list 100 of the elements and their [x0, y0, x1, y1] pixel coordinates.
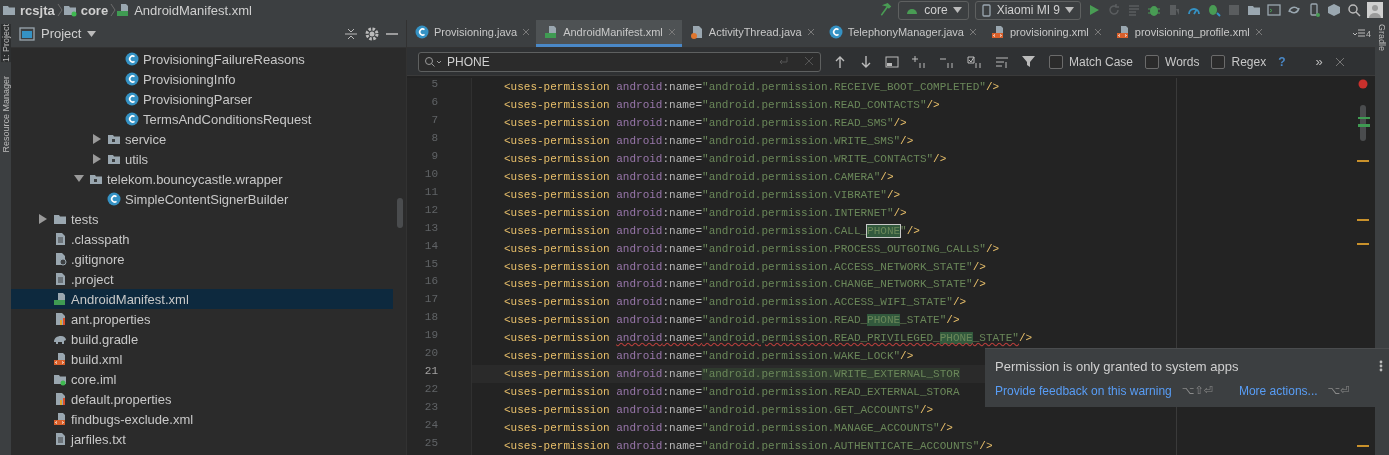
class-icon [828, 25, 843, 39]
line-number: 20 [423, 347, 439, 362]
code-line: <uses-permission android:name="android.permission.WRITE_CONTACTS"/> [504, 151, 947, 167]
popup-action-link[interactable]: More actions... [1238, 383, 1318, 398]
line-number: 5 [430, 78, 439, 92]
tab-overflow-button[interactable]: 4 [1351, 20, 1373, 47]
tool-window-tab[interactable]: Gradle [1377, 24, 1387, 51]
search-field[interactable]: PHONE [418, 51, 821, 72]
tree-item[interactable]: .project [11, 269, 393, 289]
device-dropdown[interactable]: Xiaomi MI 9 [974, 0, 1081, 20]
code-line: <uses-permission android:name="android.permission.WAKE_LOCK"/> [504, 349, 914, 365]
breadcrumb-item[interactable]: AndroidManifest.xml [116, 2, 254, 18]
code-line: <uses-permission android:name="android.permission.ACCESS_WIFI_STATE"/> [504, 295, 967, 311]
code-line: <uses-permission android:name="android.permission.AUTHENTICATE_ACCOUNTS"/> [504, 439, 993, 455]
tree-item[interactable]: ProvisioningInfo [11, 69, 393, 89]
tree-item[interactable]: build.xml [11, 349, 393, 369]
more-options-button[interactable]: » [1315, 54, 1323, 69]
tree-item[interactable]: utils [11, 149, 393, 169]
caret-icon [952, 7, 962, 13]
option-checkbox[interactable]: Regex [1211, 54, 1267, 69]
tree-item[interactable]: jarfiles.txt [11, 429, 393, 449]
tree-item[interactable]: AndroidManifest.xml [11, 289, 393, 309]
editor-tab[interactable]: Provisioning.java [407, 20, 537, 47]
manifest-file-icon [53, 292, 67, 306]
close-icon [1334, 56, 1345, 67]
class-icon [107, 192, 121, 206]
close-icon[interactable] [1254, 28, 1263, 36]
window-icon [19, 26, 35, 41]
chevron-icon [56, 3, 63, 17]
scrollbar-thumb[interactable] [397, 198, 403, 228]
popup-message: Permission is only granted to system apps [995, 358, 1240, 374]
arrow-up-icon [833, 54, 847, 69]
tree-item[interactable]: default.properties [11, 389, 393, 409]
code-line: <uses-permission android:name="android.permission.ACCESS_NETWORK_STATE"/> [504, 259, 986, 275]
select-occurrences-icon [967, 54, 983, 69]
tool-window-tab[interactable]: Resource Manager [0, 76, 11, 153]
editor-tab[interactable]: ActivityThread.java [681, 20, 821, 47]
tree-item[interactable]: .classpath [11, 229, 393, 249]
tree-item[interactable]: SimpleContentSignerBuilder [11, 189, 393, 209]
editor-tab[interactable]: provisioning.xml [982, 20, 1108, 47]
avatar-icon [1367, 2, 1383, 18]
filter-lines-icon [995, 54, 1009, 69]
settings-icon [364, 25, 380, 42]
close-icon[interactable] [667, 28, 676, 36]
option-checkbox[interactable]: Words [1145, 54, 1200, 69]
close-icon[interactable] [806, 28, 815, 36]
line-number: 14 [423, 239, 439, 254]
option-checkbox[interactable]: Match Case [1049, 54, 1134, 69]
newline-icon [778, 55, 788, 66]
search-icon [424, 55, 442, 68]
tree-item[interactable]: ant.properties [11, 309, 393, 329]
close-icon[interactable] [968, 28, 977, 36]
tree-item[interactable]: ProvisioningParser [11, 89, 393, 109]
project-view-dropdown[interactable]: Project [41, 26, 97, 41]
code-line: <uses-permission android:name="android.permission.WRITE_EXTERNAL_STOR [504, 367, 960, 383]
manifest-file-icon [544, 25, 559, 39]
configuration-dropdown[interactable]: core [898, 0, 969, 20]
bug-icon [1147, 3, 1161, 17]
java-file-icon [689, 25, 704, 39]
more-vertical-icon [1379, 360, 1383, 372]
breadcrumb-item[interactable]: core [62, 2, 111, 18]
code-line: <uses-permission android:name="android.permission.READ_EXTERNAL_STORA [504, 385, 960, 401]
tree-item[interactable]: build.gradle [11, 329, 393, 349]
tool-window-tab[interactable]: 1: Project [0, 24, 11, 63]
line-number: 16 [423, 275, 439, 290]
tree-item[interactable]: telekom.bouncycastle.wrapper [11, 169, 393, 189]
popup-action-link[interactable]: Provide feedback on this warning [995, 383, 1172, 398]
line-number: 13 [423, 221, 439, 236]
folder-icon [2, 3, 16, 17]
breadcrumb-item[interactable]: rcsjta [2, 2, 57, 18]
arrow-down-icon [859, 54, 873, 69]
terminal-icon [1267, 3, 1281, 17]
close-icon[interactable] [1093, 28, 1102, 36]
search-icon [1347, 3, 1361, 17]
phone-icon [981, 3, 992, 17]
line-number: 24 [423, 419, 439, 434]
help-button[interactable]: ? [1278, 54, 1286, 69]
tree-item[interactable]: ProvisioningFailureReasons [11, 49, 393, 69]
code-line: <uses-permission android:name="android.permission.READ_PRIVILEGED_PHONE_STATE"/> [504, 331, 1033, 347]
tree-item[interactable]: findbugs-exclude.xml [11, 409, 393, 429]
tree-item[interactable]: .gitignore [11, 249, 393, 269]
tree-item[interactable]: service [11, 129, 393, 149]
properties-file-icon [53, 392, 67, 406]
minimize-icon [386, 32, 398, 35]
line-number: 22 [423, 383, 439, 398]
code-line: <uses-permission android:name="android.permission.CHANGE_NETWORK_STATE"/> [504, 277, 986, 293]
code-line: <uses-permission android:name="android.permission.WRITE_SMS"/> [504, 133, 914, 149]
add-occurrence-icon [911, 54, 927, 69]
editor-tab[interactable]: provisioning_profile.xml [1107, 20, 1269, 47]
file-icon [53, 432, 67, 446]
chevron-icon [110, 3, 117, 17]
line-number: 10 [423, 167, 439, 182]
ignored-file-icon [53, 252, 67, 266]
editor-tab[interactable]: TelephonyManager.java [820, 20, 983, 47]
tree-item[interactable]: core.iml [11, 369, 393, 389]
tree-item[interactable]: TermsAndConditionsRequest [11, 109, 393, 129]
tree-item[interactable]: tests [11, 209, 393, 229]
close-icon[interactable] [522, 28, 531, 36]
file-icon [53, 232, 67, 246]
editor-tab[interactable]: AndroidManifest.xml [536, 20, 682, 47]
